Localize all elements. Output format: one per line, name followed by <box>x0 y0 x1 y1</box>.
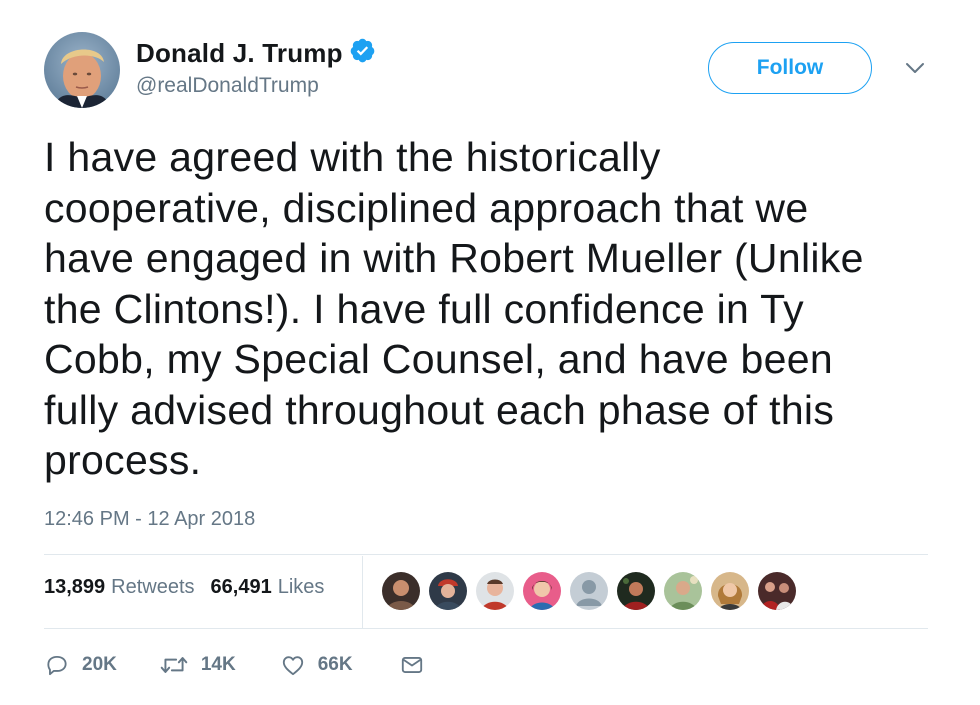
retweets-count: 13,899 <box>44 576 106 598</box>
direct-message-button[interactable] <box>399 652 425 678</box>
user-handle[interactable]: @realDonaldTrump <box>136 74 376 98</box>
stats-separator <box>362 556 363 628</box>
heart-icon <box>280 652 306 678</box>
liker-avatar[interactable] <box>476 572 514 610</box>
like-count: 66K <box>317 654 353 675</box>
liker-avatar[interactable] <box>382 572 420 610</box>
envelope-icon <box>399 652 425 678</box>
retweet-button[interactable]: 14K <box>159 652 236 678</box>
verified-badge-icon <box>349 37 376 64</box>
reply-button[interactable]: 20K <box>44 652 117 678</box>
liker-avatar[interactable] <box>570 572 608 610</box>
divider <box>44 554 928 555</box>
liker-avatar[interactable] <box>758 572 796 610</box>
tweet-actions: 20K 14K 66K <box>44 652 425 678</box>
engagement-stats: 13,899 Retweets 66,491 Likes <box>44 576 324 599</box>
like-button[interactable]: 66K <box>280 652 353 678</box>
chevron-down-icon[interactable] <box>904 60 926 76</box>
liker-avatar[interactable] <box>711 572 749 610</box>
reply-icon <box>44 652 70 678</box>
avatar[interactable] <box>44 32 120 108</box>
retweet-count: 14K <box>200 654 236 675</box>
retweets-stat[interactable]: 13,899 Retweets <box>44 576 195 599</box>
liker-avatar[interactable] <box>664 572 702 610</box>
liker-avatar[interactable] <box>523 572 561 610</box>
liker-avatar[interactable] <box>617 572 655 610</box>
tweet-text: I have agreed with the historically coop… <box>44 134 864 483</box>
liker-avatar[interactable] <box>429 572 467 610</box>
display-name[interactable]: Donald J. Trump <box>136 38 343 69</box>
likes-count: 66,491 <box>210 576 272 598</box>
follow-button[interactable]: Follow <box>708 42 872 94</box>
tweet-timestamp[interactable]: 12:46 PM - 12 Apr 2018 <box>44 508 255 531</box>
retweets-label: Retweets <box>111 576 195 598</box>
author-block: Donald J. Trump @realDonaldTrump <box>136 36 376 98</box>
likes-stat[interactable]: 66,491 Likes <box>211 576 325 599</box>
reply-count: 20K <box>82 654 117 675</box>
divider <box>44 628 928 629</box>
retweet-icon <box>159 652 189 678</box>
liker-avatars <box>382 572 805 610</box>
likes-label: Likes <box>277 576 325 598</box>
tweet-card: Donald J. Trump @realDonaldTrump Follow … <box>0 0 980 705</box>
